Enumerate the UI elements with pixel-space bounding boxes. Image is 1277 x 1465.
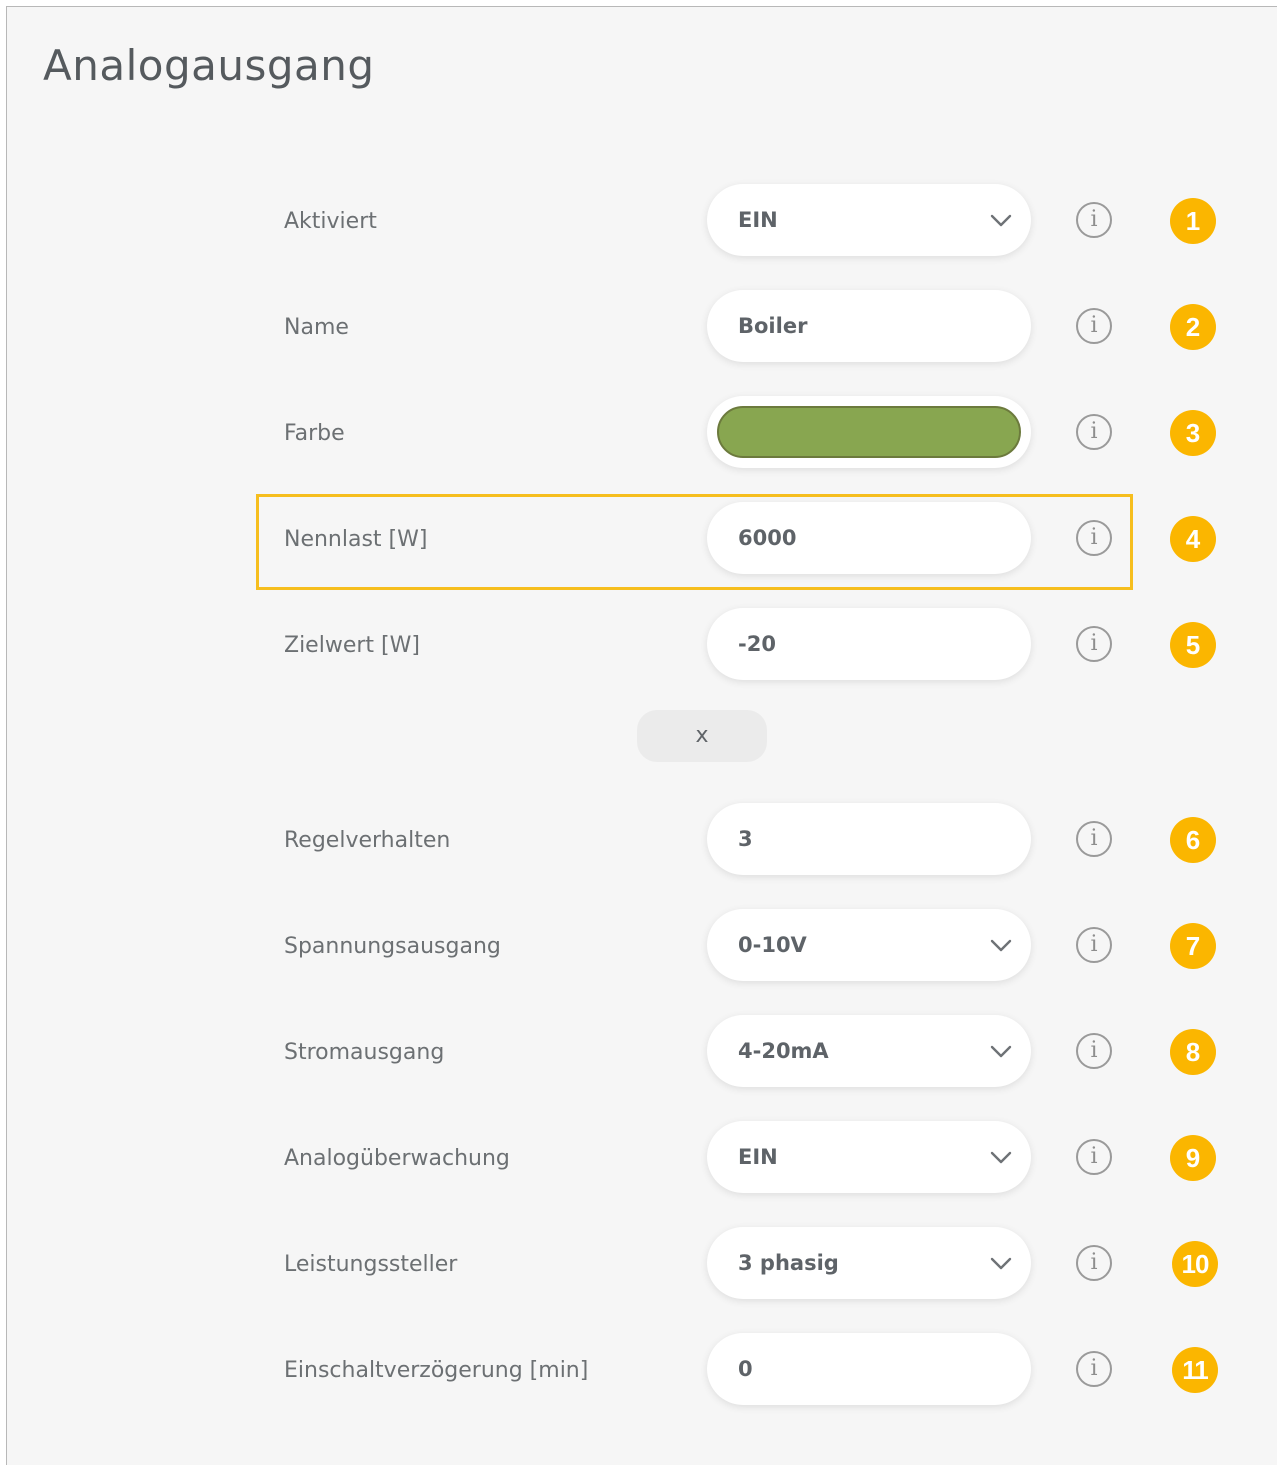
select-value: 3 phasig: [738, 1251, 839, 1275]
row-name: Name Boiler i 2: [7, 290, 1277, 366]
number-badge: 4: [1170, 516, 1216, 562]
row-spannungsausgang: Spannungsausgang 0-10V i 7: [7, 909, 1277, 985]
number-badge: 3: [1170, 410, 1216, 456]
number-badge: 8: [1170, 1029, 1216, 1075]
select-value: EIN: [738, 208, 778, 232]
number-badge: 7: [1170, 923, 1216, 969]
field-label: Leistungssteller: [284, 1252, 458, 1277]
row-analogueberwachung: Analogüberwachung EIN i 9: [7, 1121, 1277, 1197]
number-badge: 2: [1170, 304, 1216, 350]
field-label: Farbe: [284, 421, 345, 446]
clear-button[interactable]: x: [637, 710, 767, 762]
chevron-down-icon: [990, 1257, 1012, 1270]
analogueberwachung-select[interactable]: EIN: [707, 1121, 1031, 1193]
field-label: Spannungsausgang: [284, 934, 501, 959]
row-regelverhalten: Regelverhalten 3 i 6: [7, 803, 1277, 879]
field-label: Aktiviert: [284, 209, 377, 234]
aktiviert-select[interactable]: EIN: [707, 184, 1031, 256]
info-icon[interactable]: i: [1076, 308, 1112, 344]
info-icon[interactable]: i: [1076, 626, 1112, 662]
row-einschaltverzoegerung: Einschaltverzögerung [min] 0 i 11: [7, 1333, 1277, 1409]
number-badge: 11: [1172, 1347, 1218, 1393]
info-icon[interactable]: i: [1076, 202, 1112, 238]
number-badge: 1: [1170, 198, 1216, 244]
field-label: Regelverhalten: [284, 828, 451, 853]
zielwert-input[interactable]: -20: [707, 608, 1031, 680]
row-farbe: Farbe i 3: [7, 396, 1277, 472]
number-badge: 9: [1170, 1135, 1216, 1181]
info-icon[interactable]: i: [1076, 414, 1112, 450]
info-icon[interactable]: i: [1076, 520, 1112, 556]
select-value: EIN: [738, 1145, 778, 1169]
einschaltverzoegerung-input[interactable]: 0: [707, 1333, 1031, 1405]
info-icon[interactable]: i: [1076, 1139, 1112, 1175]
page-title: Analogausgang: [43, 41, 375, 90]
chevron-down-icon: [990, 214, 1012, 227]
row-zielwert: Zielwert [W] -20 i 5: [7, 608, 1277, 684]
input-value: 3: [738, 827, 753, 851]
row-nennlast: Nennlast [W] 6000 i 4: [7, 502, 1277, 578]
field-label: Nennlast [W]: [284, 527, 428, 552]
field-label: Analogüberwachung: [284, 1146, 510, 1171]
row-aktiviert: Aktiviert EIN i 1: [7, 184, 1277, 260]
field-label: Name: [284, 315, 349, 340]
info-icon[interactable]: i: [1076, 1245, 1112, 1281]
row-leistungssteller: Leistungssteller 3 phasig i 10: [7, 1227, 1277, 1303]
color-swatch: [717, 406, 1021, 458]
number-badge: 10: [1172, 1241, 1218, 1287]
field-label: Zielwert [W]: [284, 633, 420, 658]
nennlast-input[interactable]: 6000: [707, 502, 1031, 574]
name-input[interactable]: Boiler: [707, 290, 1031, 362]
stromausgang-select[interactable]: 4-20mA: [707, 1015, 1031, 1087]
regelverhalten-input[interactable]: 3: [707, 803, 1031, 875]
settings-panel: Analogausgang Aktiviert EIN i 1 Name Boi…: [6, 6, 1277, 1465]
info-icon[interactable]: i: [1076, 1033, 1112, 1069]
info-icon[interactable]: i: [1076, 821, 1112, 857]
spannungsausgang-select[interactable]: 0-10V: [707, 909, 1031, 981]
input-value: -20: [738, 632, 776, 656]
number-badge: 6: [1170, 817, 1216, 863]
input-value: Boiler: [738, 314, 808, 338]
info-icon[interactable]: i: [1076, 1351, 1112, 1387]
select-value: 0-10V: [738, 933, 807, 957]
chevron-down-icon: [990, 1045, 1012, 1058]
input-value: 0: [738, 1357, 753, 1381]
chevron-down-icon: [990, 1151, 1012, 1164]
input-value: 6000: [738, 526, 797, 550]
color-picker[interactable]: [707, 396, 1031, 468]
leistungssteller-select[interactable]: 3 phasig: [707, 1227, 1031, 1299]
field-label: Stromausgang: [284, 1040, 445, 1065]
info-icon[interactable]: i: [1076, 927, 1112, 963]
row-stromausgang: Stromausgang 4-20mA i 8: [7, 1015, 1277, 1091]
chevron-down-icon: [990, 939, 1012, 952]
select-value: 4-20mA: [738, 1039, 829, 1063]
number-badge: 5: [1170, 622, 1216, 668]
field-label: Einschaltverzögerung [min]: [284, 1358, 589, 1383]
